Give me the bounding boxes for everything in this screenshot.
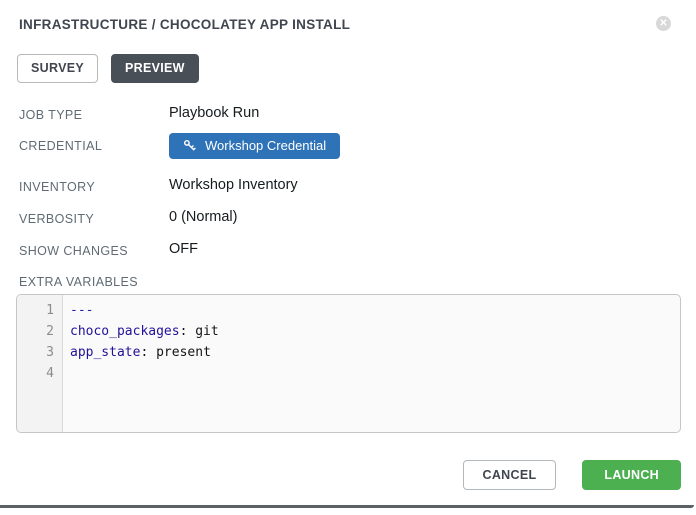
yaml-doc-marker: --- (70, 303, 93, 318)
field-value: 0 (Normal) (169, 209, 237, 225)
key-icon (183, 139, 196, 152)
cancel-button[interactable]: CANCEL (463, 460, 557, 491)
job-details: JOB TYPE Playbook Run CREDENTIAL (16, 107, 681, 275)
modal-bottom-edge (0, 505, 694, 508)
line-number: 4 (17, 363, 62, 384)
field-inventory: INVENTORY Workshop Inventory (19, 179, 681, 211)
field-label: JOB TYPE (19, 107, 169, 122)
extra-variables-editor[interactable]: 1 2 3 4 --- choco_packages: git app_stat… (16, 294, 681, 433)
field-value: Workshop Inventory (169, 177, 298, 193)
line-number: 1 (17, 300, 62, 321)
code-line: --- (70, 300, 219, 321)
launch-button[interactable]: LAUNCH (582, 460, 681, 491)
line-number: 3 (17, 342, 62, 363)
field-value: OFF (169, 241, 198, 257)
field-show-changes: SHOW CHANGES OFF (19, 243, 681, 275)
code-line (70, 363, 219, 384)
editor-line-number-gutter: 1 2 3 4 (17, 295, 63, 432)
yaml-key: choco_packages (70, 324, 180, 339)
tab-bar: SURVEY PREVIEW (16, 54, 681, 83)
field-label: VERBOSITY (19, 211, 169, 226)
field-label: CREDENTIAL (19, 138, 169, 153)
line-number: 2 (17, 321, 62, 342)
job-launch-preview-modal: INFRASTRUCTURE / CHOCOLATEY APP INSTALL … (0, 0, 696, 515)
yaml-key: app_state (70, 345, 140, 360)
extra-variables-label: EXTRA VARIABLES (16, 275, 681, 289)
editor-code-area: --- choco_packages: git app_state: prese… (63, 295, 219, 432)
credential-badge[interactable]: Workshop Credential (169, 133, 340, 159)
yaml-value: : present (140, 345, 210, 360)
credential-badge-label: Workshop Credential (205, 138, 326, 153)
field-label: INVENTORY (19, 179, 169, 194)
field-verbosity: VERBOSITY 0 (Normal) (19, 211, 681, 243)
code-line: app_state: present (70, 342, 219, 363)
modal-header: INFRASTRUCTURE / CHOCOLATEY APP INSTALL … (16, 14, 681, 32)
field-job-type: JOB TYPE Playbook Run (19, 107, 681, 138)
tab-survey[interactable]: SURVEY (17, 54, 98, 83)
tab-preview[interactable]: PREVIEW (111, 54, 199, 83)
field-value: Playbook Run (169, 105, 259, 121)
yaml-value: : git (180, 324, 219, 339)
modal-footer: CANCEL LAUNCH (16, 460, 681, 491)
field-credential: CREDENTIAL Workshop Credenti (19, 138, 681, 179)
close-icon[interactable]: ✕ (656, 16, 671, 31)
code-line: choco_packages: git (70, 321, 219, 342)
field-label: SHOW CHANGES (19, 243, 169, 258)
modal-title: INFRASTRUCTURE / CHOCOLATEY APP INSTALL (16, 14, 350, 32)
